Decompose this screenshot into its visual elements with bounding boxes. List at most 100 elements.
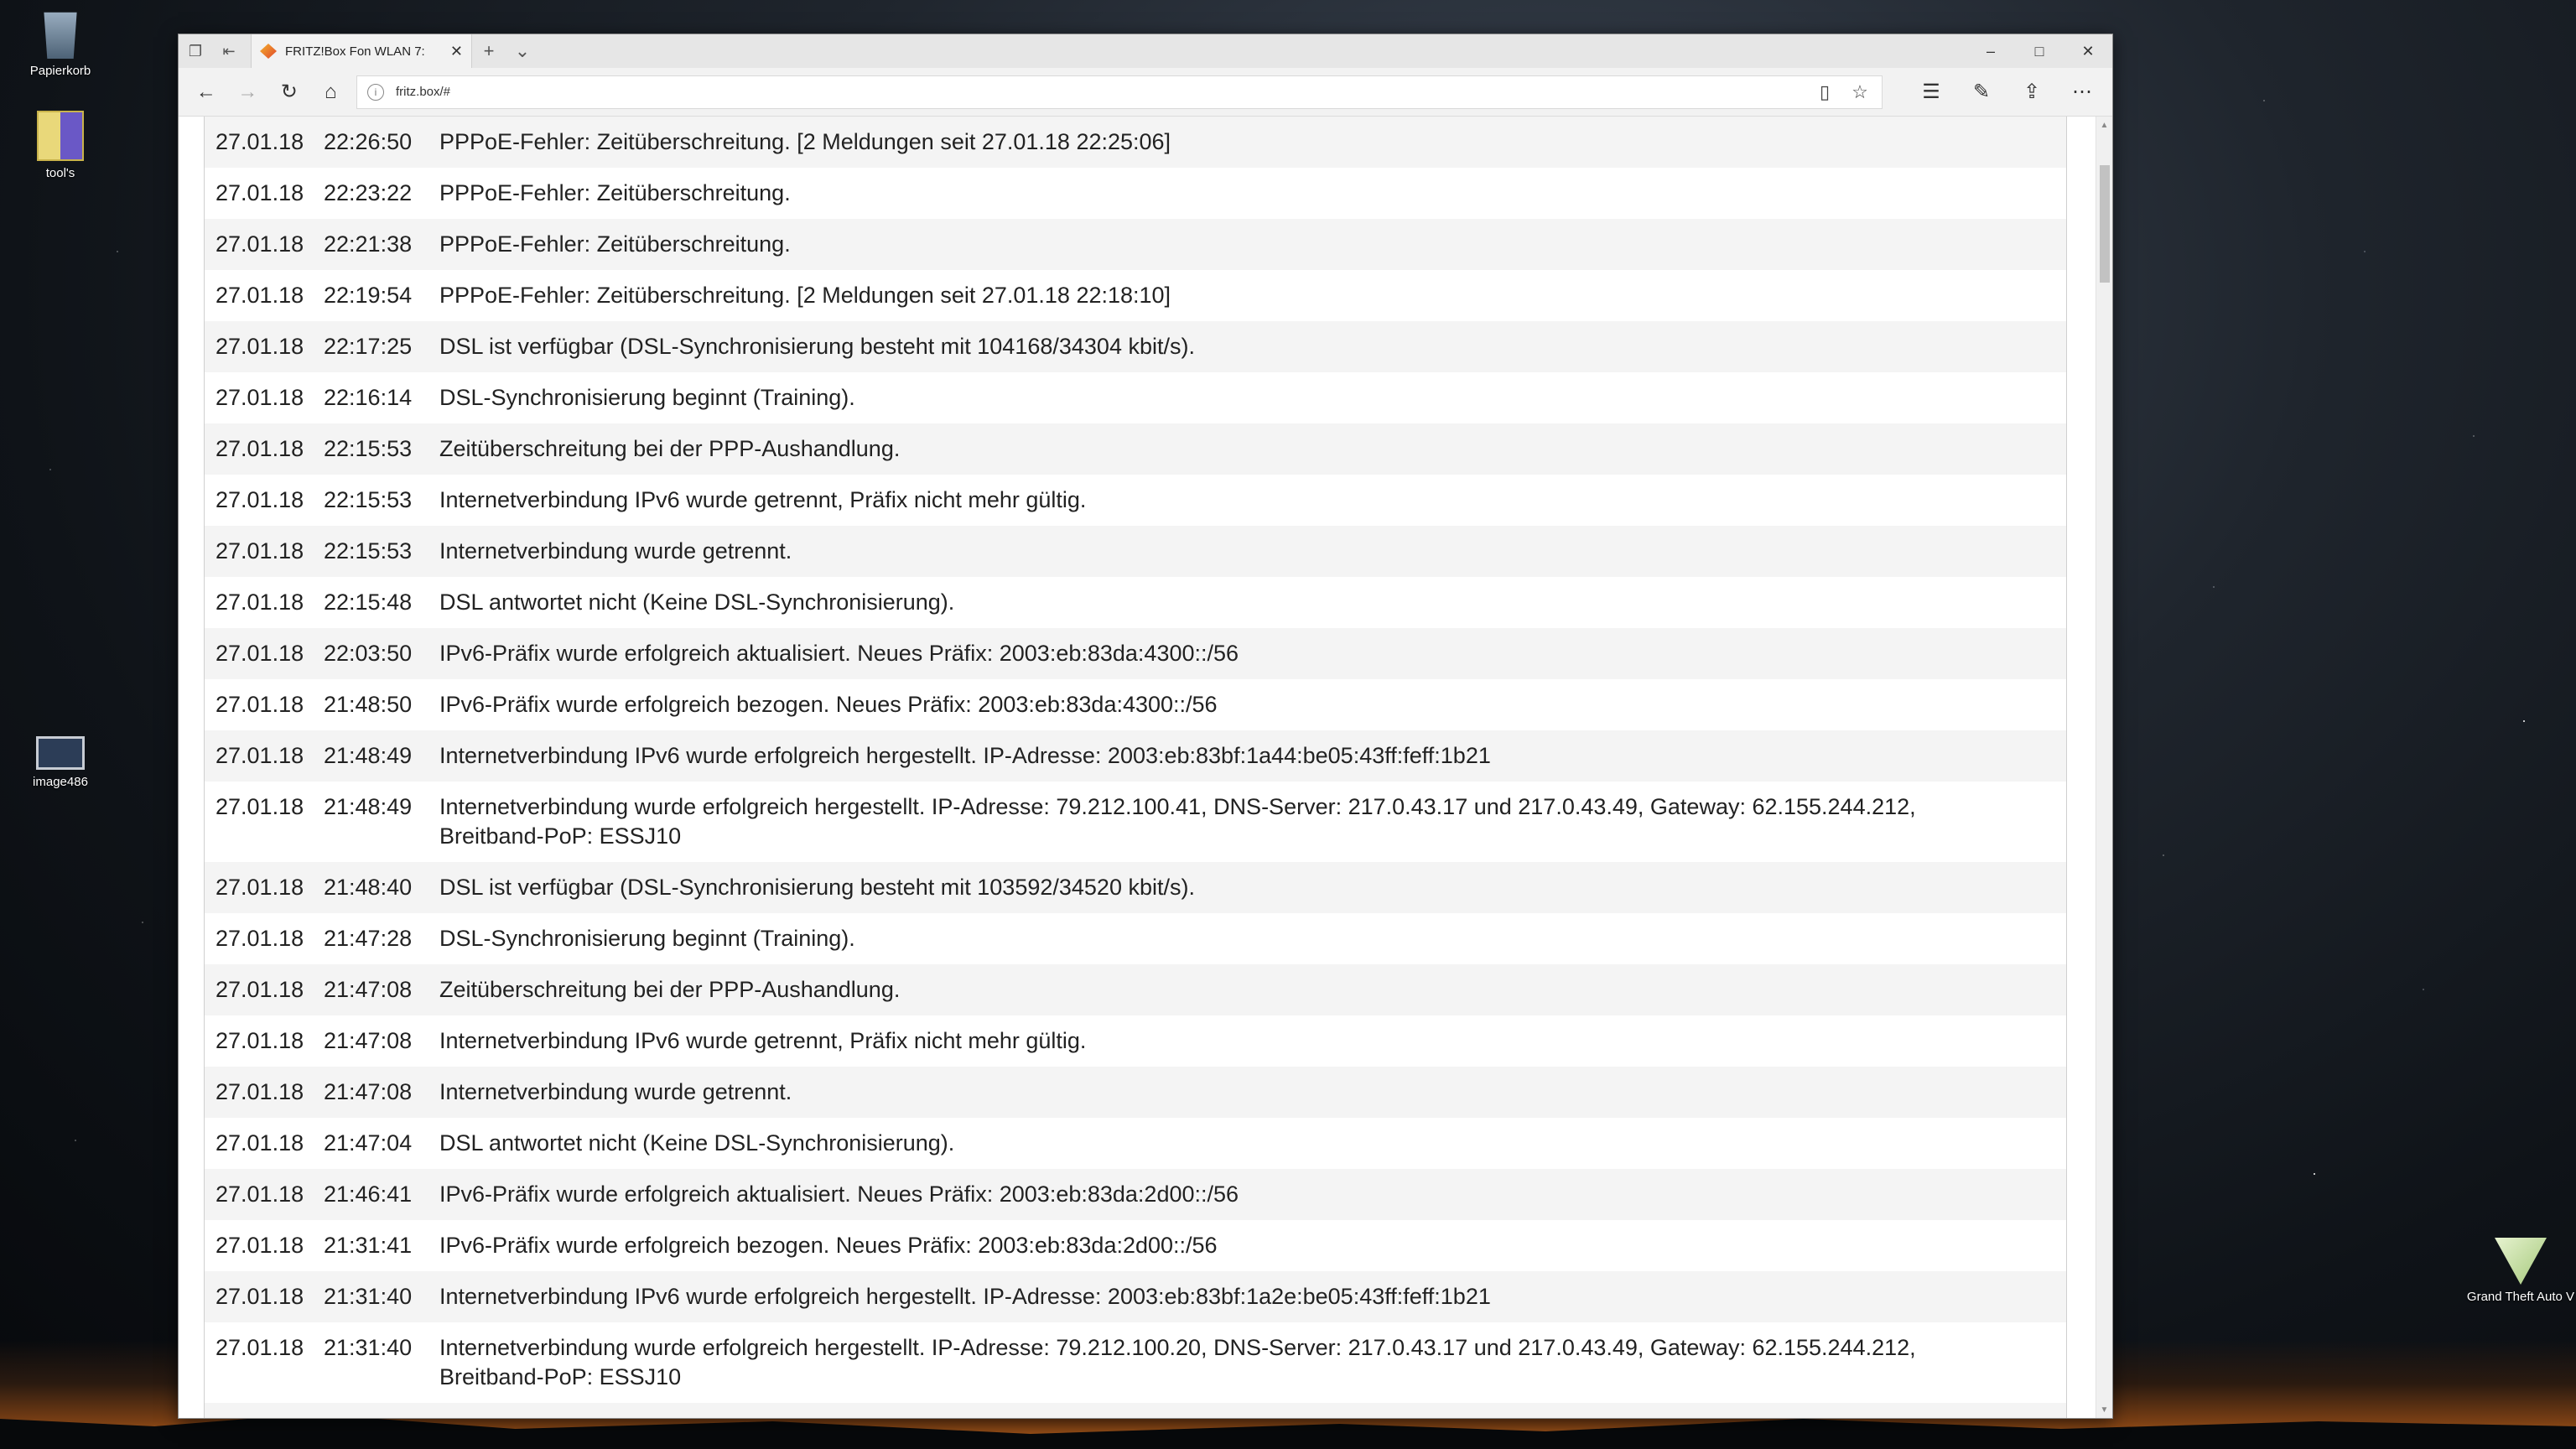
vertical-scrollbar[interactable]: ▲ ▼: [2096, 117, 2112, 1418]
log-message: DSL antwortet nicht (Keine DSL-Synchroni…: [439, 1130, 955, 1156]
log-date: 27.01.18: [216, 487, 304, 512]
log-row: 27.01.18 21:48:50 IPv6-Präfix wurde erfolg…: [205, 679, 2066, 730]
log-date: 27.01.18: [205, 1414, 322, 1418]
more-options-icon[interactable]: ⋯: [2059, 74, 2106, 111]
home-icon[interactable]: ⌂: [310, 74, 352, 111]
log-date: 27.01.18: [216, 334, 304, 359]
log-time: 22:15:53: [324, 538, 413, 564]
desktop-icon-label: Papierkorb: [29, 64, 91, 78]
tab-close-icon[interactable]: ✕: [450, 43, 463, 60]
log-message: PPPoE-Fehler: Zeitüberschreitung. [2 Mel…: [439, 283, 1171, 308]
back-arrow-icon[interactable]: ←: [185, 74, 227, 111]
log-row: 27.01.18 22:17:25 DSL ist verfügbar (DSL-S…: [205, 321, 2066, 372]
log-row: 27.01.18 21:47:28 DSL-Synchronisierung beg…: [205, 913, 2066, 964]
desktop-icon-label: tool's: [45, 166, 75, 180]
desktop-icon-gta-v[interactable]: Grand Theft Auto V: [2465, 1238, 2576, 1304]
share-icon[interactable]: ⇪: [2008, 74, 2055, 111]
log-message: Internetverbindung IPv6 wurde getrennt, …: [439, 1028, 1087, 1053]
log-time: 22:23:22: [324, 180, 413, 205]
log-time: 22:19:54: [324, 283, 413, 308]
favorites-hub-icon[interactable]: ☰: [1908, 74, 1955, 111]
log-message: PPPoE-Fehler: Zeitüberschreitung. [2 Mel…: [439, 129, 1171, 154]
log-date: 27.01.18: [216, 1130, 304, 1156]
minimize-button[interactable]: –: [1966, 34, 2015, 68]
log-date: 27.01.18: [216, 436, 304, 461]
log-message: IPv6-Präfix wurde erfolgreich bezogen. N…: [439, 692, 1218, 717]
log-time: 21:48:49: [324, 743, 413, 768]
maximize-button[interactable]: □: [2015, 34, 2064, 68]
log-time: 21:48:40: [324, 875, 413, 900]
set-tabs-aside-icon[interactable]: ⇤: [212, 34, 246, 68]
desktop-icon-image486[interactable]: image486: [10, 728, 111, 789]
favorite-star-icon[interactable]: ☆: [1848, 81, 1872, 103]
log-message: Internetverbindung wurde getrennt.: [439, 1079, 792, 1104]
log-row: 27.01.18 21:31:41 IPv6-Präfix wurde erfolg…: [205, 1220, 2066, 1271]
log-date: 27.01.18: [216, 743, 304, 768]
log-row: 27.01.18 21:31:40 Internetverbindung IPv6 …: [205, 1271, 2066, 1322]
log-message: Internetverbindung IPv6 wurde erfolgreic…: [439, 1284, 1491, 1309]
log-row: 27.01.18 21:46:41 IPv6-Präfix wurde erfolg…: [205, 1169, 2066, 1220]
log-message: DSL ist verfügbar (DSL-Synchronisierung …: [439, 334, 1195, 359]
scroll-up-icon[interactable]: ▲: [2096, 117, 2112, 133]
log-message: DSL ist verfügbar (DSL-Synchronisierung …: [439, 875, 1195, 900]
pen-icon[interactable]: ✎: [1958, 74, 2005, 111]
tab-title: FRITZ!Box Fon WLAN 7:: [285, 44, 425, 59]
log-message: Internetverbindung IPv6 wurde getrennt, …: [439, 487, 1087, 512]
log-time: 22:17:25: [324, 334, 413, 359]
log-date: 27.01.18: [216, 1335, 304, 1360]
log-time: 22:15:48: [324, 589, 413, 615]
page-viewport: 27.01.18 22:26:50 PPPoE-Fehler: Zeitübersc…: [179, 117, 2112, 1418]
log-row: 27.01.18 22:15:53 Internetverbindung IPv6 …: [205, 475, 2066, 526]
desktop-icon-tools[interactable]: tool's: [10, 111, 111, 180]
log-date: 27.01.18: [216, 283, 304, 308]
log-row: 27.01.18 22:26:50 PPPoE-Fehler: Zeitübersc…: [205, 117, 2066, 168]
log-row: 27.01.18 21:31:40 Internetverbindung wurde…: [205, 1322, 2066, 1403]
log-row: 27.01.18 21:48:40 DSL ist verfügbar (DSL-S…: [205, 862, 2066, 913]
refresh-icon[interactable]: ↻: [268, 74, 310, 111]
log-time: 22:16:14: [324, 385, 413, 410]
log-date: 27.01.18: [216, 1284, 304, 1309]
forward-arrow-icon[interactable]: →: [227, 74, 269, 111]
log-date: 27.01.18: [216, 1182, 304, 1207]
log-time: 21:31:41: [324, 1233, 413, 1258]
desktop-icon-recycle-bin[interactable]: Papierkorb: [10, 8, 111, 78]
browser-tab[interactable]: FRITZ!Box Fon WLAN 7: ✕: [251, 34, 472, 68]
log-time: 21:31:40: [324, 1335, 413, 1360]
log-time: 22:26:50: [324, 129, 413, 154]
log-message: Zeitüberschreitung bei der PPP-Aushandlu…: [439, 977, 901, 1002]
log-row: 27.01.18 22:15:53 Zeitüberschreitung bei d…: [205, 423, 2066, 475]
reading-view-icon[interactable]: ▯: [1813, 81, 1836, 103]
log-time: 21:47:04: [324, 1130, 413, 1156]
log-message: PPPoE-Fehler: Zeitüberschreitung.: [439, 231, 791, 257]
new-tab-icon[interactable]: +: [472, 34, 506, 68]
log-row: 27.01.18 21:48:49 Internetverbindung IPv6 …: [205, 730, 2066, 782]
log-date: 27.01.18: [216, 875, 304, 900]
log-message: Zeitüberschreitung bei der PPP-Aushandlu…: [439, 1414, 2066, 1418]
log-date: 27.01.18: [216, 129, 304, 154]
log-time: 21:31:30: [322, 1414, 439, 1418]
address-bar[interactable]: i fritz.box/# ▯ ☆: [356, 75, 1883, 109]
event-log: 27.01.18 22:26:50 PPPoE-Fehler: Zeitübersc…: [204, 117, 2067, 1418]
log-date: 27.01.18: [216, 180, 304, 205]
url-text[interactable]: fritz.box/#: [396, 85, 1801, 99]
scroll-down-icon[interactable]: ▼: [2096, 1401, 2112, 1418]
log-time: 21:46:41: [324, 1182, 413, 1207]
log-date: 27.01.18: [216, 231, 304, 257]
log-row: 27.01.18 21:47:08 Internetverbindung wurde…: [205, 1067, 2066, 1118]
log-row: 27.01.1821:31:30Zeitüberschreitung bei d…: [205, 1403, 2066, 1418]
fritzbox-favicon-icon: [260, 44, 277, 59]
chevron-down-icon[interactable]: ⌄: [506, 34, 539, 68]
log-message: IPv6-Präfix wurde erfolgreich aktualisie…: [439, 641, 1239, 666]
log-time: 22:03:50: [324, 641, 413, 666]
image-file-icon: [36, 736, 85, 770]
navigation-bar: ← → ↻ ⌂ i fritz.box/# ▯ ☆ ☰ ✎ ⇪ ⋯: [179, 68, 2112, 117]
browser-window: ❐ ⇤ FRITZ!Box Fon WLAN 7: ✕ + ⌄ – □ ✕ ← …: [178, 34, 2113, 1419]
log-message: PPPoE-Fehler: Zeitüberschreitung.: [439, 180, 791, 205]
log-row: 27.01.18 22:15:48 DSL antwortet nicht (Kei…: [205, 577, 2066, 628]
scrollbar-thumb[interactable]: [2100, 165, 2110, 283]
log-message: Internetverbindung wurde erfolgreich her…: [439, 1335, 1916, 1389]
log-row: 27.01.18 21:47:08 Zeitüberschreitung bei d…: [205, 964, 2066, 1015]
tab-preview-icon[interactable]: ❐: [179, 34, 212, 68]
close-button[interactable]: ✕: [2064, 34, 2112, 68]
info-icon[interactable]: i: [367, 83, 384, 101]
